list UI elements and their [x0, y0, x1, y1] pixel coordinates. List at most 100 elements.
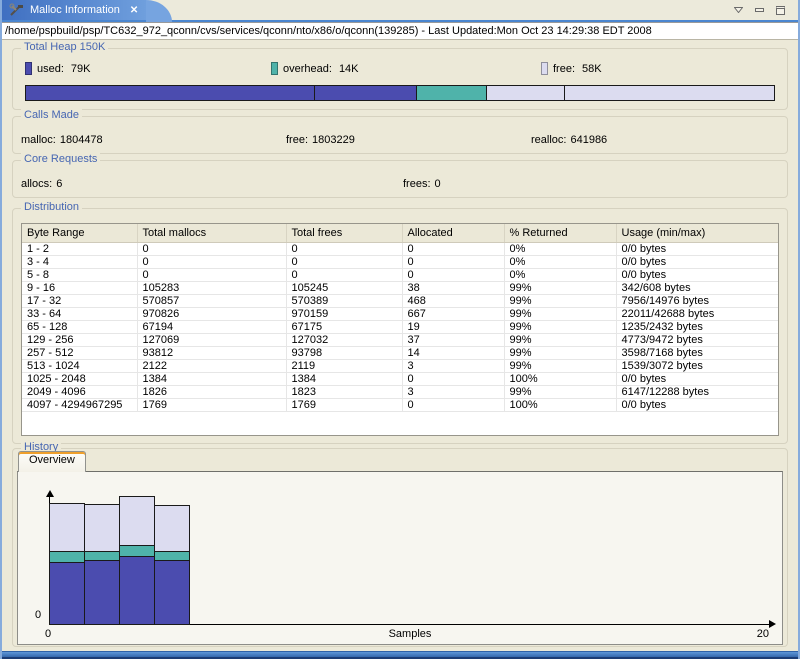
distribution-header-row: Byte Range Total mallocs Total frees Alloca… [22, 224, 778, 243]
heap-segment-used-band-1 [26, 86, 316, 100]
table-cell: 0/0 bytes [616, 255, 778, 269]
window-bottom-border [2, 651, 798, 659]
heap-usage-bar [25, 85, 775, 101]
heap-segment-used-band-2 [315, 86, 418, 100]
table-row[interactable]: 5 - 8 0 0 0 0% 0/0 bytes [22, 268, 778, 282]
stat-realloc: realloc: 641986 [531, 134, 608, 146]
path-bar: /home/pspbuild/psp/TC632_972_qconn/cvs/s… [2, 22, 798, 40]
table-row[interactable]: 65 - 128 67194 67175 19 99% 1235/2432 bytes [22, 320, 778, 334]
table-row[interactable]: 1025 - 2048 1384 1384 0 100% 0/0 bytes [22, 372, 778, 386]
legend-used-label: used: [37, 62, 64, 75]
table-cell: 257 - 512 [22, 346, 138, 360]
column-header[interactable]: Usage (min/max) [616, 224, 778, 243]
stat-frees: frees: 0 [403, 178, 441, 190]
view-menu-icon[interactable] [732, 4, 744, 16]
stat-malloc: malloc: 1804478 [21, 134, 103, 146]
close-icon[interactable]: ✕ [126, 5, 142, 16]
table-cell: 1384 [137, 372, 287, 386]
table-cell: 19 [402, 320, 505, 334]
table-cell: 570857 [137, 294, 287, 308]
table-cell: 2049 - 4096 [22, 385, 138, 399]
tab-title: Malloc Information [30, 4, 120, 16]
table-cell: 3598/7168 bytes [616, 346, 778, 360]
table-cell: 1 - 2 [22, 242, 138, 256]
table-cell: 3 [402, 385, 505, 399]
stat-allocs: allocs: 6 [21, 178, 63, 190]
table-cell: 105283 [137, 281, 287, 295]
free-swatch [541, 62, 548, 75]
table-cell: 0 [402, 255, 505, 269]
table-cell: 0 [137, 255, 287, 269]
legend-free-label: free: [553, 62, 576, 75]
column-header[interactable]: Total frees [286, 224, 403, 243]
history-bar-used [119, 556, 155, 625]
table-cell: 127032 [286, 333, 403, 347]
table-cell: 99% [504, 385, 617, 399]
table-cell: 1235/2432 bytes [616, 320, 778, 334]
core-requests-group: Core Requests allocs: 6 frees: 0 [12, 153, 788, 198]
minimize-icon[interactable] [753, 4, 765, 16]
table-cell: 129 - 256 [22, 333, 138, 347]
table-cell: 0/0 bytes [616, 268, 778, 282]
legend-overhead-value: 14K [338, 62, 359, 75]
table-cell: 1025 - 2048 [22, 372, 138, 386]
history-bar-used [154, 560, 190, 625]
maximize-icon[interactable] [774, 4, 786, 16]
distribution-label: Distribution [21, 201, 83, 213]
table-row[interactable]: 3 - 4 0 0 0 0% 0/0 bytes [22, 255, 778, 269]
tab-curve [146, 0, 173, 22]
history-bar-used [49, 562, 85, 625]
table-cell: 0% [504, 255, 617, 269]
table-row[interactable]: 9 - 16 105283 105245 38 99% 342/608 bytes [22, 281, 778, 295]
column-header[interactable]: Allocated [402, 224, 505, 243]
distribution-group: Distribution Byte Range Total mallocs Tota… [12, 201, 788, 444]
tab-overview[interactable]: Overview [18, 451, 86, 472]
table-cell: 667 [402, 307, 505, 321]
table-row[interactable]: 1 - 2 0 0 0 0% 0/0 bytes [22, 242, 778, 256]
distribution-table: Byte Range Total mallocs Total frees Alloca… [21, 223, 779, 436]
history-bar-overhead [49, 551, 85, 563]
table-cell: 22011/42688 bytes [616, 307, 778, 321]
column-header[interactable]: Byte Range [22, 224, 138, 243]
tab-malloc-information[interactable]: Malloc Information ✕ [2, 0, 147, 20]
table-row[interactable]: 17 - 32 570857 570389 468 99% 7956/14976 byte… [22, 294, 778, 308]
table-cell: 570389 [286, 294, 403, 308]
table-cell: 0 [137, 268, 287, 282]
table-cell: 1769 [286, 398, 403, 412]
column-header[interactable]: Total mallocs [137, 224, 287, 243]
table-cell: 1384 [286, 372, 403, 386]
calls-made-label: Calls Made [21, 109, 83, 121]
legend-used: used: 79K [25, 62, 91, 75]
table-cell: 4097 - 4294967295 [22, 398, 138, 412]
table-cell: 0 [137, 242, 287, 256]
table-cell: 0/0 bytes [616, 372, 778, 386]
legend-overhead-label: overhead: [283, 62, 332, 75]
table-row[interactable]: 513 - 1024 2122 2119 3 99% 1539/3072 bytes [22, 359, 778, 373]
table-row[interactable]: 33 - 64 970826 970159 667 99% 22011/42688 byt… [22, 307, 778, 321]
table-cell: 99% [504, 346, 617, 360]
used-swatch [25, 62, 32, 75]
table-cell: 38 [402, 281, 505, 295]
history-bar-free [119, 496, 155, 546]
table-row[interactable]: 257 - 512 93812 93798 14 99% 3598/7168 bytes [22, 346, 778, 360]
table-cell: 970159 [286, 307, 403, 321]
table-cell: 99% [504, 320, 617, 334]
column-header[interactable]: % Returned [504, 224, 617, 243]
history-plot: 0 [18, 472, 782, 628]
path-text: /home/pspbuild/psp/TC632_972_qconn/cvs/s… [5, 25, 652, 37]
table-row[interactable]: 129 - 256 127069 127032 37 99% 4773/9472 byte… [22, 333, 778, 347]
history-group: History Overview 0 0 Samples 20 [12, 441, 788, 647]
table-row[interactable]: 2049 - 4096 1826 1823 3 99% 6147/12288 bytes [22, 385, 778, 399]
table-cell: 468 [402, 294, 505, 308]
table-cell: 2119 [286, 359, 403, 373]
heap-segment-free-band-1 [486, 86, 565, 100]
legend-free-value: 58K [582, 62, 602, 75]
table-cell: 93812 [137, 346, 287, 360]
table-cell: 0 [402, 372, 505, 386]
view-tab-bar: Malloc Information ✕ [2, 0, 798, 22]
table-cell: 1539/3072 bytes [616, 359, 778, 373]
table-cell: 105245 [286, 281, 403, 295]
table-row[interactable]: 4097 - 4294967295 1769 1769 0 100% 0/0 bytes [22, 398, 778, 412]
table-cell: 7956/14976 bytes [616, 294, 778, 308]
history-chart-panel: 0 0 Samples 20 [17, 471, 783, 645]
